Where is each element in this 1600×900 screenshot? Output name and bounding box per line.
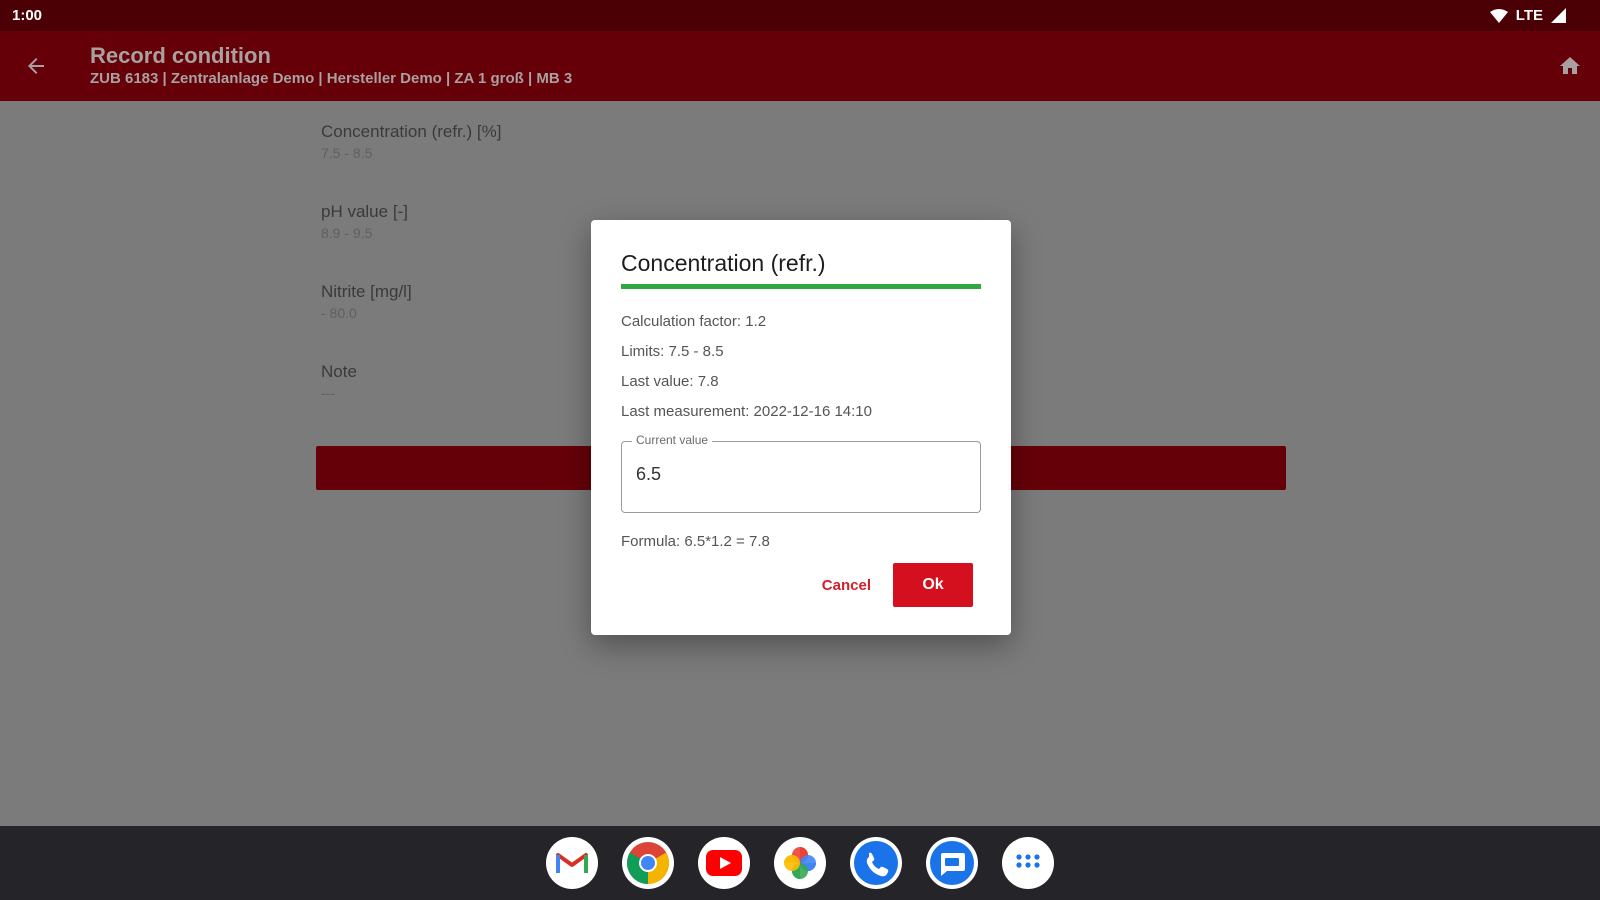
limits: Limits: 7.5 - 8.5 — [621, 343, 724, 360]
app-bar: Record condition ZUB 6183 | Zentralanlag… — [0, 31, 1600, 101]
gmail-icon — [556, 853, 588, 873]
network-type: LTE — [1515, 7, 1543, 24]
cancel-button[interactable]: Cancel — [822, 577, 871, 594]
taskbar — [0, 826, 1600, 900]
home-button[interactable] — [1540, 31, 1600, 101]
app-drawer-icon — [1016, 854, 1040, 868]
dialog-title: Concentration (refr.) — [621, 250, 826, 276]
formula: Formula: 6.5*1.2 = 7.8 — [621, 533, 770, 550]
status-time: 1:00 — [12, 7, 43, 24]
status-bar: 1:00 LTE — [0, 0, 1600, 31]
signal-icon — [1551, 8, 1566, 23]
current-value-label: Current value — [632, 433, 713, 447]
app-titles: Record condition ZUB 6183 | Zentralanlag… — [72, 43, 1540, 89]
status-underline — [621, 284, 981, 289]
last-measurement: Last measurement: 2022-12-16 14:10 — [621, 403, 872, 420]
last-value: Last value: 7.8 — [621, 373, 719, 390]
field-label: pH value [-] — [321, 202, 408, 221]
status-icons: LTE — [1489, 7, 1566, 24]
photos-icon — [784, 847, 816, 879]
dialog-actions: Cancel Ok — [822, 563, 973, 607]
phone-icon — [854, 841, 898, 885]
page-subtitle: ZUB 6183 | Zentralanlage Demo | Herstell… — [90, 70, 573, 87]
concentration-dialog: Concentration (refr.) Calculation factor… — [591, 220, 1011, 635]
dock-phone[interactable] — [850, 837, 902, 889]
wifi-icon — [1489, 8, 1508, 23]
dock-messages[interactable] — [926, 837, 978, 889]
current-value-input[interactable] — [636, 464, 956, 485]
dock-youtube[interactable] — [698, 837, 750, 889]
chrome-icon — [626, 842, 670, 884]
dock-app-drawer[interactable] — [1002, 837, 1054, 889]
dock-photos[interactable] — [774, 837, 826, 889]
field-label: Concentration (refr.) [%] — [321, 122, 502, 141]
dock-chrome[interactable] — [622, 837, 674, 889]
page-title: Record condition — [90, 43, 271, 68]
ok-button[interactable]: Ok — [893, 563, 973, 607]
field-concentration[interactable]: Concentration (refr.) [%] 7.5 - 8.5 — [321, 122, 1286, 202]
current-value-field[interactable]: Current value — [621, 433, 981, 513]
calculation-factor: Calculation factor: 1.2 — [621, 313, 767, 330]
back-button[interactable] — [0, 31, 72, 101]
dock-gmail[interactable] — [546, 837, 598, 889]
home-icon — [1560, 57, 1580, 74]
dialog-info: Calculation factor: 1.2 Limits: 7.5 - 8.… — [621, 307, 981, 427]
messages-icon — [930, 841, 974, 885]
arrow-back-icon — [28, 58, 44, 74]
field-range: 7.5 - 8.5 — [321, 145, 373, 161]
youtube-icon — [706, 850, 742, 876]
